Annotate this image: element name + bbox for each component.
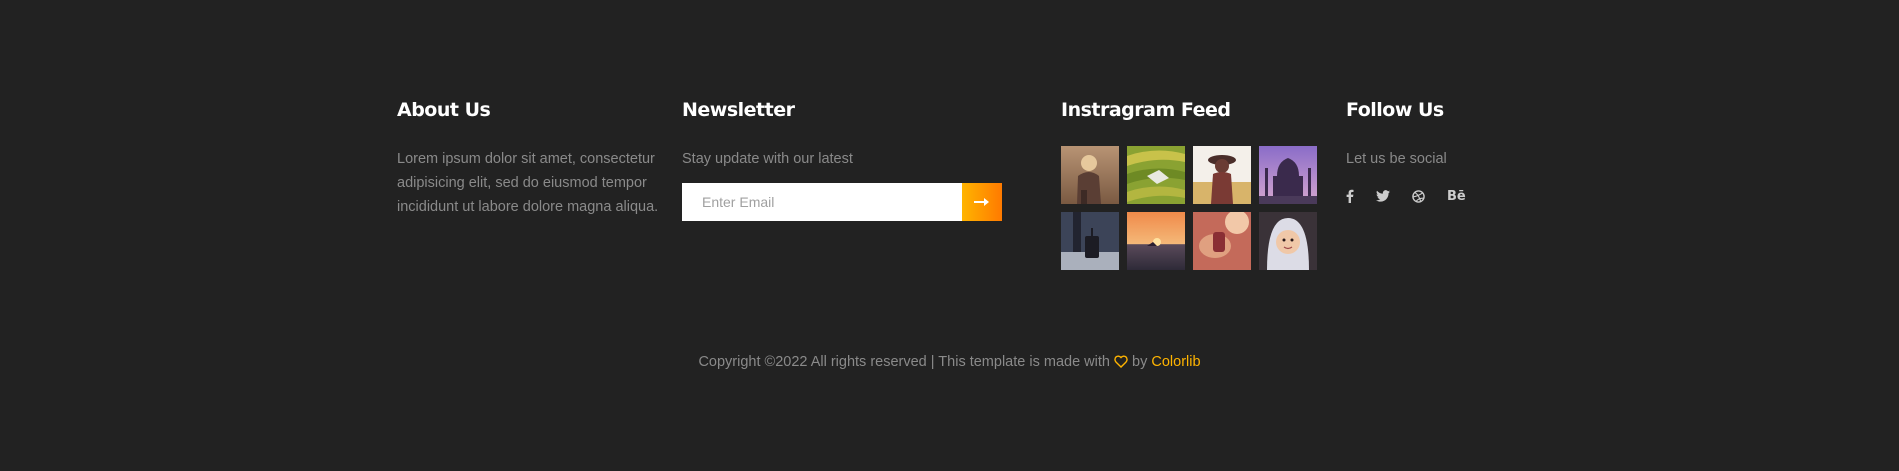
heart-icon	[1114, 355, 1128, 368]
instagram-photo-child-field[interactable]	[1061, 146, 1119, 204]
about-section: About Us Lorem ipsum dolor sit amet, con…	[397, 98, 662, 219]
newsletter-form	[682, 183, 1002, 221]
newsletter-text: Stay update with our latest	[682, 151, 853, 167]
instagram-title: Instragram Feed	[1061, 99, 1231, 121]
dribbble-icon	[1412, 189, 1425, 203]
twitter-icon	[1376, 190, 1390, 202]
instagram-section: Instragram Feed	[1061, 98, 1331, 270]
about-text: Lorem ipsum dolor sit amet, consectetur …	[397, 151, 659, 215]
twitter-link[interactable]	[1376, 187, 1390, 205]
behance-icon: Bē	[1447, 188, 1466, 204]
instagram-photo-hands-drink[interactable]	[1193, 212, 1251, 270]
follow-title: Follow Us	[1346, 99, 1444, 121]
social-links: Bē	[1346, 187, 1546, 205]
facebook-icon	[1346, 189, 1354, 203]
instagram-photo-girl-hat[interactable]	[1193, 146, 1251, 204]
instagram-photo-sunset[interactable]	[1127, 212, 1185, 270]
newsletter-title: Newsletter	[682, 99, 795, 121]
instagram-photo-taj-mahal[interactable]	[1259, 146, 1317, 204]
behance-link[interactable]: Bē	[1447, 187, 1466, 205]
copyright: Copyright ©2022 All rights reserved | Th…	[0, 354, 1899, 370]
instagram-photo-child-hood[interactable]	[1259, 212, 1317, 270]
dribbble-link[interactable]	[1412, 187, 1425, 205]
copyright-text: Copyright ©2022 All rights reserved | Th…	[698, 354, 1110, 370]
follow-section: Follow Us Let us be social Bē	[1346, 98, 1546, 205]
newsletter-section: Newsletter Stay update with our latest	[682, 98, 1012, 221]
instagram-grid	[1061, 146, 1331, 270]
about-title: About Us	[397, 99, 491, 121]
email-input[interactable]	[682, 183, 962, 221]
subscribe-button[interactable]	[962, 183, 1002, 221]
instagram-photo-traveler[interactable]	[1061, 212, 1119, 270]
arrow-right-icon	[974, 198, 989, 206]
colorlib-link[interactable]: Colorlib	[1151, 354, 1200, 370]
facebook-link[interactable]	[1346, 187, 1354, 205]
instagram-photo-rice-terraces[interactable]	[1127, 146, 1185, 204]
copyright-by: by	[1132, 354, 1148, 370]
follow-text: Let us be social	[1346, 151, 1447, 167]
